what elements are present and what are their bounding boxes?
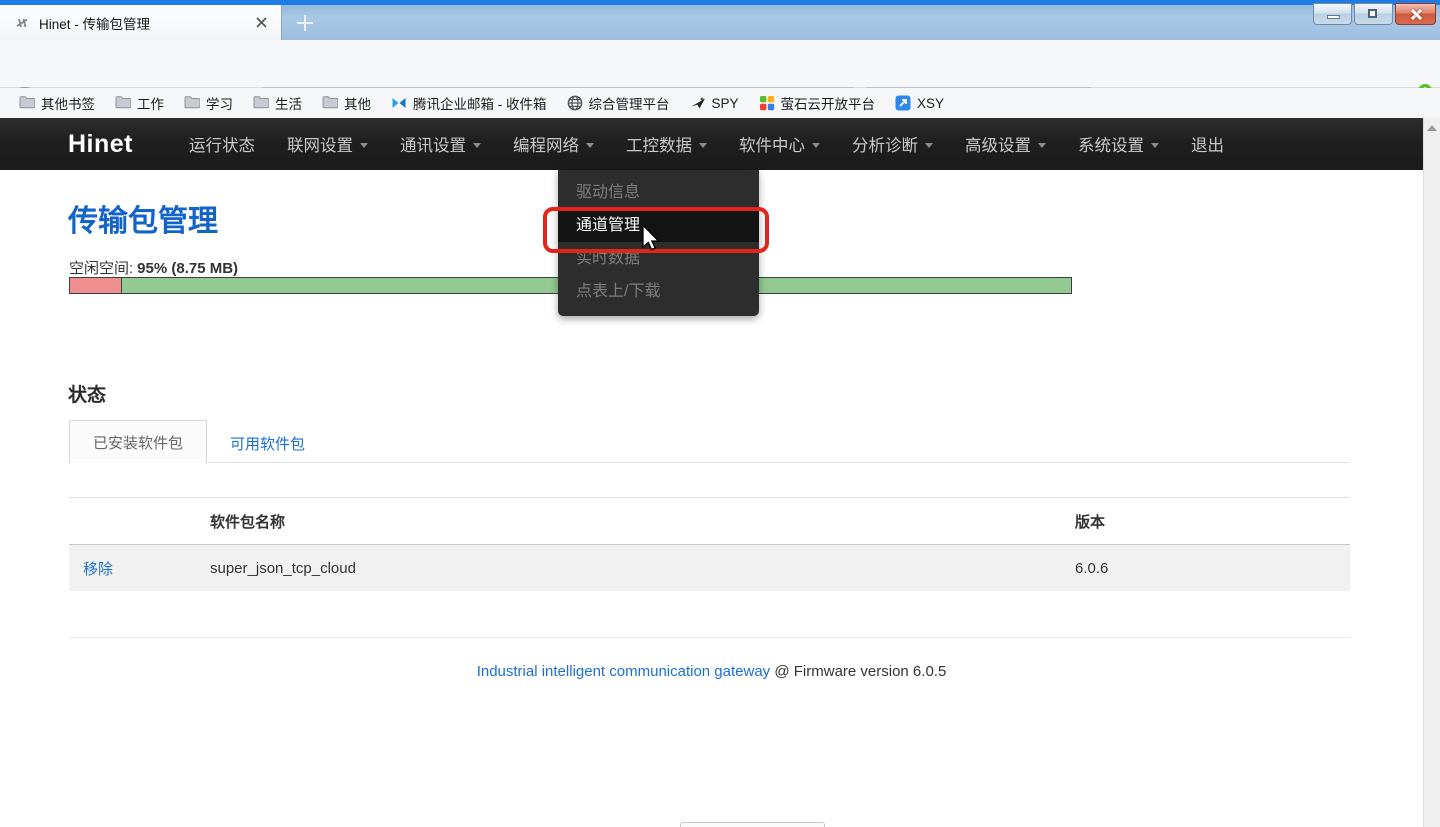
remove-link[interactable]: 移除 (83, 545, 113, 591)
nav-item-logout[interactable]: 退出 (1175, 118, 1240, 170)
menu-item-driver-info[interactable]: 驱动信息 (558, 176, 759, 209)
page-footer: Industrial intelligent communication gat… (0, 663, 1423, 680)
bookmark-label: 其他 (344, 93, 371, 113)
package-version: 6.0.6 (1075, 545, 1108, 591)
bookmark-label: 生活 (275, 93, 302, 113)
folder-icon (322, 95, 338, 111)
restore-button[interactable] (1354, 3, 1393, 25)
new-tab-button[interactable] (288, 9, 322, 37)
bookmark-folder-life[interactable]: 生活 (246, 90, 309, 116)
free-space-value: 95% (8.75 MB) (137, 260, 238, 277)
bookmark-folder-study[interactable]: 学习 (177, 90, 240, 116)
close-button[interactable] (1395, 3, 1436, 25)
bookmark-label: XSY (917, 96, 944, 111)
folder-icon (19, 95, 35, 111)
chevron-down-icon (1038, 143, 1046, 148)
footer-link[interactable]: Industrial intelligent communication gat… (477, 663, 771, 680)
nav-item-software-center[interactable]: 软件中心 (723, 118, 836, 170)
bookmark-label: SPY (712, 96, 739, 111)
page-title: 传输包管理 (68, 196, 218, 240)
folder-icon (184, 95, 200, 111)
nav-item-running-status[interactable]: 运行状态 (173, 118, 271, 170)
menu-item-point-table[interactable]: 点表上/下载 (558, 275, 759, 308)
divider (69, 462, 1350, 463)
partial-tooltip (680, 822, 825, 827)
globe-icon (567, 95, 583, 111)
chevron-down-icon (360, 143, 368, 148)
package-name: super_json_tcp_cloud (210, 545, 356, 591)
blue-arrow-icon (895, 95, 911, 111)
table-row: 移除 super_json_tcp_cloud 6.0.6 (69, 545, 1350, 591)
bookmark-ezviz[interactable]: 萤石云开放平台 (752, 90, 883, 116)
bookmarks-bar: 其他书签 工作 学习 生活 其他 腾讯企业邮箱 - 收件箱 综合管理平台 SP (0, 88, 1440, 118)
site-navbar: Hinet 运行状态 联网设置 通讯设置 编程网络 工控数据 软件中心 分析诊断… (0, 118, 1423, 170)
free-space-line: 空闲空间:95% (8.75 MB) (69, 257, 238, 278)
column-header-version: 版本 (1075, 498, 1105, 544)
status-heading: 状态 (68, 380, 106, 407)
packages-table: 软件包名称 版本 移除 super_json_tcp_cloud 6.0.6 (69, 497, 1350, 591)
divider (69, 637, 1350, 638)
titlebar: Hinet - 传输包管理 (0, 0, 1440, 40)
chevron-down-icon (925, 143, 933, 148)
bookmark-label: 萤石云开放平台 (781, 93, 876, 113)
bookmark-folder-other-bookmarks[interactable]: 其他书签 (12, 90, 102, 116)
nav-item-programming-network[interactable]: 编程网络 (497, 118, 610, 170)
mouse-cursor-icon (640, 224, 662, 257)
tencent-mail-icon (391, 95, 407, 111)
nav-item-network-settings[interactable]: 联网设置 (271, 118, 384, 170)
tab-installed-packages[interactable]: 已安装软件包 (69, 420, 207, 463)
bookmark-label: 综合管理平台 (589, 93, 670, 113)
chevron-down-icon (699, 143, 707, 148)
nav-item-comm-settings[interactable]: 通讯设置 (384, 118, 497, 170)
page-viewport: Hinet 运行状态 联网设置 通讯设置 编程网络 工控数据 软件中心 分析诊断… (0, 118, 1423, 827)
tab-available-packages[interactable]: 可用软件包 (230, 433, 305, 454)
chevron-down-icon (1151, 143, 1159, 148)
bookmark-label: 工作 (137, 93, 164, 113)
vertical-scrollbar[interactable] (1423, 118, 1440, 827)
bookmark-mgmt-platform[interactable]: 综合管理平台 (560, 90, 677, 116)
bookmark-tencent-exmail[interactable]: 腾讯企业邮箱 - 收件箱 (384, 90, 554, 116)
chevron-down-icon (473, 143, 481, 148)
bookmark-folder-misc[interactable]: 其他 (315, 90, 378, 116)
nav-item-diagnostics[interactable]: 分析诊断 (836, 118, 949, 170)
bookmark-spy[interactable]: SPY (683, 92, 746, 114)
bookmark-xsy[interactable]: XSY (888, 92, 951, 114)
favicon-icon (14, 15, 30, 31)
bookmark-label: 学习 (206, 93, 233, 113)
browser-tab[interactable]: Hinet - 传输包管理 (0, 5, 282, 40)
browser-toolbar: 192.168.9.99/cgi-bin/luci/;stok=489fe39e… (0, 40, 1440, 88)
folder-icon (115, 95, 131, 111)
folder-icon (253, 95, 269, 111)
bookmark-label: 其他书签 (41, 93, 95, 113)
browser-window: Hinet - 传输包管理 (0, 0, 1440, 827)
used-space-segment (70, 278, 122, 293)
nav-item-advanced-settings[interactable]: 高级设置 (949, 118, 1062, 170)
table-header-row: 软件包名称 版本 (69, 497, 1350, 545)
brand-logo[interactable]: Hinet (68, 130, 133, 159)
chevron-down-icon (812, 143, 820, 148)
nav-item-system-settings[interactable]: 系统设置 (1062, 118, 1175, 170)
spy-icon (690, 95, 706, 111)
bookmark-label: 腾讯企业邮箱 - 收件箱 (413, 93, 547, 113)
tab-title: Hinet - 传输包管理 (39, 13, 251, 33)
free-space-label: 空闲空间: (69, 260, 133, 277)
nav-item-industrial-data[interactable]: 工控数据 (610, 118, 723, 170)
window-controls (1313, 3, 1436, 25)
footer-version-text: @ Firmware version 6.0.5 (770, 663, 946, 680)
column-header-package-name: 软件包名称 (210, 498, 285, 544)
bookmark-folder-work[interactable]: 工作 (108, 90, 171, 116)
minimize-button[interactable] (1313, 3, 1352, 25)
color-grid-icon (759, 95, 775, 111)
chevron-down-icon (586, 143, 594, 148)
tab-close-icon[interactable] (251, 13, 271, 33)
scroll-up-icon[interactable] (1427, 125, 1437, 131)
